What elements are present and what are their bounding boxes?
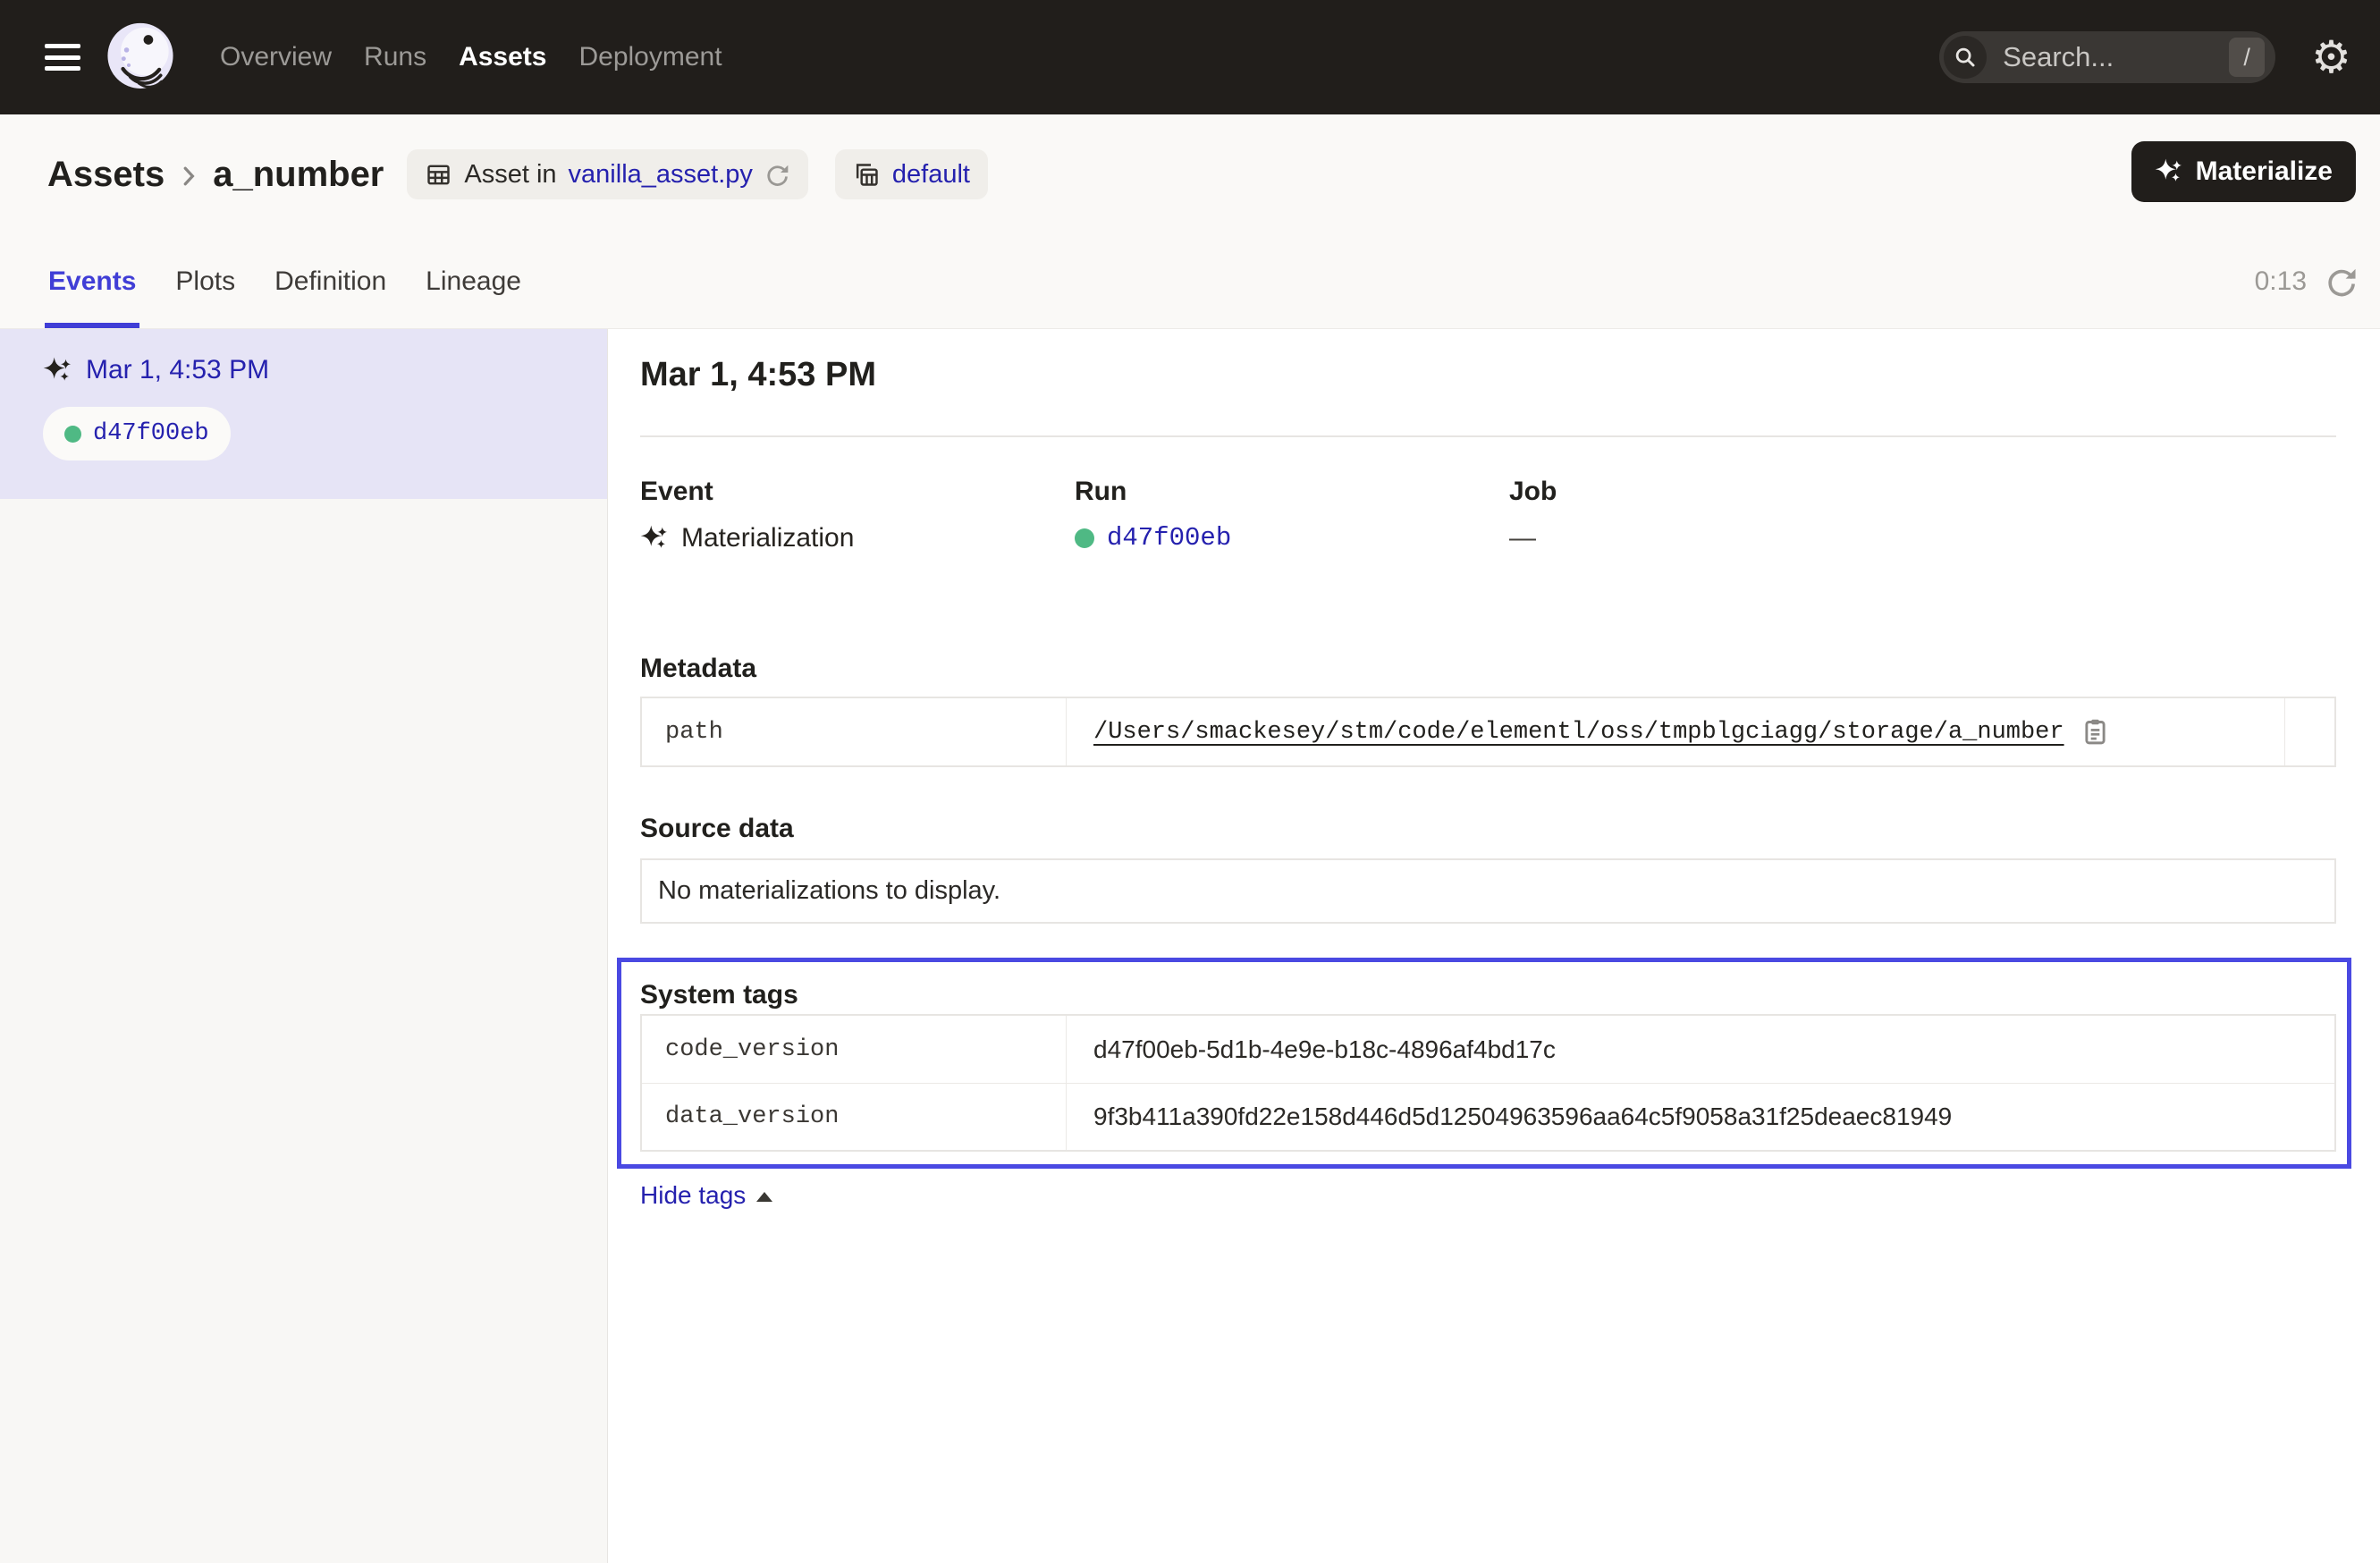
system-tag-value: d47f00eb-5d1b-4e9e-b18c-4896af4bd17c	[1067, 1016, 2334, 1083]
system-tags-highlight-box: System tags code_version d47f00eb-5d1b-4…	[617, 958, 2351, 1169]
refresh-controls: 0:13	[2255, 265, 2359, 299]
system-tags-title: System tags	[640, 980, 2336, 1010]
event-type-value: Materialization	[681, 523, 854, 553]
run-label: Run	[1075, 477, 1509, 507]
source-data-empty-box: No materializations to display.	[640, 858, 2336, 924]
refresh-countdown: 0:13	[2255, 266, 2307, 297]
metadata-key: path	[642, 698, 1067, 765]
event-label: Event	[640, 477, 1075, 507]
system-tag-key: code_version	[642, 1016, 1067, 1083]
asset-grid-icon	[425, 161, 452, 189]
system-tags-section: System tags code_version d47f00eb-5d1b-4…	[640, 980, 2336, 1152]
run-column: Run d47f00eb	[1075, 477, 1509, 553]
metadata-action-cell	[2284, 698, 2334, 765]
event-detail-panel: Mar 1, 4:53 PM Event Materialization Run	[608, 329, 2380, 1563]
run-status-dot	[1075, 528, 1094, 548]
nav-item-runs[interactable]: Runs	[364, 42, 426, 72]
search-shortcut-badge: /	[2229, 38, 2265, 77]
metadata-table: path /Users/smackesey/stm/code/elementl/…	[640, 697, 2336, 767]
event-info-columns: Event Materialization Run d47f00eb	[640, 477, 2336, 553]
run-id-label: d47f00eb	[93, 420, 209, 447]
event-list-item-selected[interactable]: Mar 1, 4:53 PM d47f00eb	[0, 329, 607, 499]
tab-definition[interactable]: Definition	[271, 234, 390, 328]
nav-right: Search... / ⚙	[1939, 31, 2359, 83]
hide-tags-link[interactable]: Hide tags	[640, 1181, 772, 1210]
repo-grid-icon	[853, 161, 881, 189]
dagster-asset-page: Overview Runs Assets Deployment Search..…	[0, 0, 2380, 1563]
event-timestamp: Mar 1, 4:53 PM	[86, 355, 269, 385]
table-row: code_version d47f00eb-5d1b-4e9e-b18c-489…	[642, 1016, 2334, 1083]
run-id-link[interactable]: d47f00eb	[1107, 523, 1231, 553]
menu-icon[interactable]	[45, 44, 80, 71]
copy-icon[interactable]	[2080, 717, 2110, 747]
materialize-button[interactable]: Materialize	[2131, 141, 2356, 202]
top-nav: Overview Runs Assets Deployment Search..…	[0, 0, 2380, 114]
event-date-row: Mar 1, 4:53 PM	[43, 355, 607, 385]
repository-link[interactable]: default	[892, 160, 970, 190]
refresh-icon[interactable]	[2325, 265, 2359, 299]
job-empty-value: —	[1509, 523, 1536, 553]
run-id-pill[interactable]: d47f00eb	[43, 407, 231, 460]
breadcrumb-chevron-icon	[175, 163, 202, 190]
dagster-logo-icon[interactable]	[105, 21, 175, 94]
divider	[640, 435, 2336, 437]
run-status-dot	[64, 426, 81, 443]
page-header: Assets a_number Asset in vanilla_asset.p…	[0, 114, 2380, 234]
metadata-section: Metadata path /Users/smackesey/stm/code/…	[640, 654, 2336, 767]
search-input[interactable]: Search... /	[1939, 31, 2275, 83]
materialization-sparkle-icon	[640, 524, 669, 553]
code-location-badge: Asset in vanilla_asset.py	[407, 149, 808, 199]
source-data-section: Source data No materializations to displ…	[640, 814, 2336, 924]
primary-nav: Overview Runs Assets Deployment	[220, 42, 722, 72]
tab-bar: Events Plots Definition Lineage 0:13	[0, 234, 2380, 329]
materialize-label: Materialize	[2196, 156, 2333, 187]
breadcrumb-asset-name: a_number	[213, 155, 384, 195]
metadata-path-link[interactable]: /Users/smackesey/stm/code/elementl/oss/t…	[1093, 719, 2064, 746]
job-column: Job —	[1509, 477, 1944, 553]
materialization-sparkle-icon	[43, 356, 72, 385]
repository-badge: default	[835, 149, 988, 199]
code-location-file-link[interactable]: vanilla_asset.py	[569, 160, 753, 190]
code-location-prefix: Asset in	[464, 160, 556, 190]
nav-item-assets[interactable]: Assets	[459, 42, 546, 72]
gear-icon[interactable]: ⚙	[2311, 35, 2351, 80]
content-area: Mar 1, 4:53 PM d47f00eb Mar 1, 4:53 PM E…	[0, 329, 2380, 1563]
event-column: Event Materialization	[640, 477, 1075, 553]
metadata-title: Metadata	[640, 654, 2336, 684]
search-placeholder: Search...	[2003, 41, 2229, 73]
hide-tags-label: Hide tags	[640, 1181, 746, 1210]
table-row: path /Users/smackesey/stm/code/elementl/…	[642, 698, 2334, 765]
search-icon	[1944, 36, 1987, 79]
system-tag-key: data_version	[642, 1084, 1067, 1150]
table-row: data_version 9f3b411a390fd22e158d446d5d1…	[642, 1083, 2334, 1150]
source-data-title: Source data	[640, 814, 2336, 844]
system-tags-table: code_version d47f00eb-5d1b-4e9e-b18c-489…	[640, 1014, 2336, 1152]
nav-item-deployment[interactable]: Deployment	[578, 42, 722, 72]
chevron-up-icon	[756, 1192, 772, 1202]
system-tag-value: 9f3b411a390fd22e158d446d5d12504963596aa6…	[1067, 1084, 2334, 1150]
sparkle-icon	[2155, 157, 2183, 186]
source-data-empty-message: No materializations to display.	[658, 876, 1000, 906]
tab-plots[interactable]: Plots	[172, 234, 239, 328]
tab-lineage[interactable]: Lineage	[422, 234, 525, 328]
breadcrumb-assets-link[interactable]: Assets	[47, 155, 165, 195]
event-detail-heading: Mar 1, 4:53 PM	[640, 356, 2336, 394]
nav-item-overview[interactable]: Overview	[220, 42, 332, 72]
tab-events[interactable]: Events	[45, 234, 139, 328]
job-label: Job	[1509, 477, 1944, 507]
event-list-sidebar: Mar 1, 4:53 PM d47f00eb	[0, 329, 608, 1563]
reload-code-location-icon[interactable]	[764, 162, 790, 188]
